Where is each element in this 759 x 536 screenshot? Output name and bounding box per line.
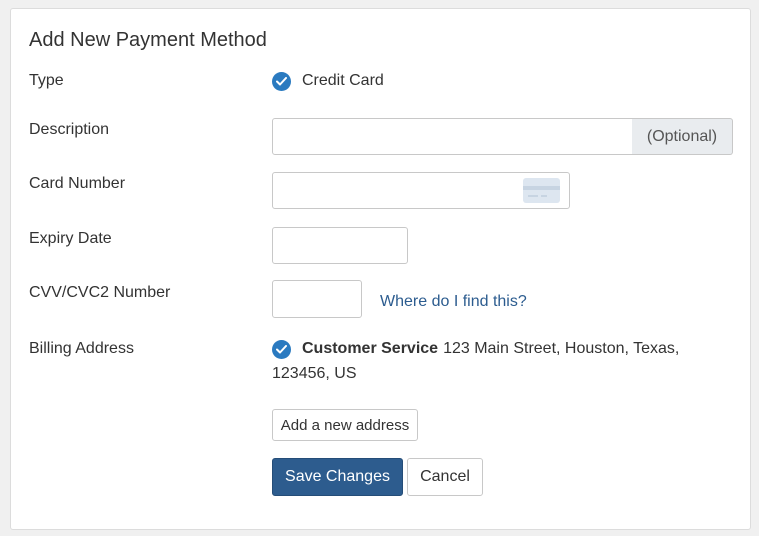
type-option[interactable]: Credit Card [272, 71, 384, 91]
expiry-date-input[interactable] [272, 227, 408, 264]
description-input[interactable] [272, 118, 633, 155]
cancel-button[interactable]: Cancel [407, 458, 483, 496]
type-value: Credit Card [302, 72, 384, 89]
card-number-input[interactable] [272, 172, 570, 209]
save-changes-button[interactable]: Save Changes [272, 458, 403, 496]
add-address-button[interactable]: Add a new address [272, 409, 418, 441]
card-number-label: Card Number [29, 175, 126, 192]
billing-address-name: Customer Service [302, 340, 439, 357]
check-circle-icon [272, 339, 291, 359]
billing-address-line2: 123456, US [272, 365, 357, 382]
description-label: Description [29, 121, 110, 138]
billing-address-line1: 123 Main Street, Houston, Texas, [443, 340, 680, 357]
description-optional-addon: (Optional) [632, 118, 733, 155]
credit-card-icon [523, 178, 560, 203]
billing-address-option[interactable]: Customer Service 123 Main Street, Housto… [272, 339, 712, 384]
payment-method-panel: Add New Payment Method Type Credit Card … [10, 8, 751, 530]
type-label: Type [29, 72, 64, 89]
cvv-help-link[interactable]: Where do I find this? [380, 292, 527, 312]
expiry-date-label: Expiry Date [29, 230, 112, 247]
check-circle-icon [272, 71, 291, 91]
billing-address-label: Billing Address [29, 340, 134, 357]
page-title: Add New Payment Method [29, 29, 267, 51]
cvv-label: CVV/CVC2 Number [29, 284, 171, 301]
cvv-input[interactable] [272, 280, 362, 318]
